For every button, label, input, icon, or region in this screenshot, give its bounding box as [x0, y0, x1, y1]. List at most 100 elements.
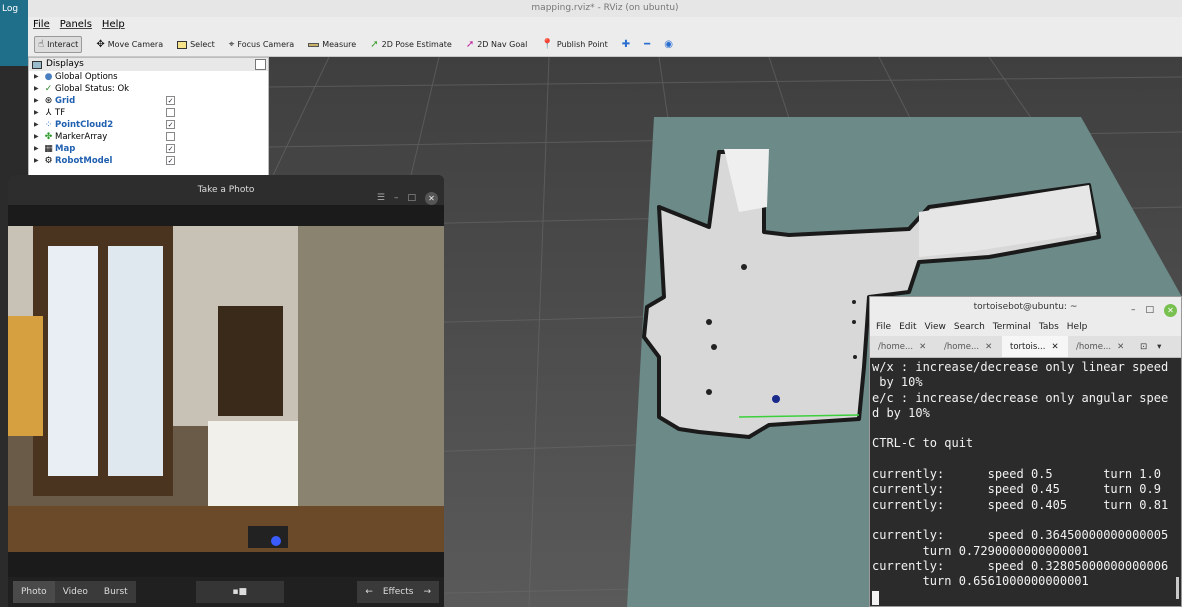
minimize-icon[interactable]: –: [394, 183, 399, 213]
terminal-tab-active[interactable]: tortois... ✕: [1002, 336, 1068, 357]
close-tab-icon[interactable]: ✕: [919, 336, 926, 357]
tab-label: /home...: [944, 342, 980, 352]
display-map-checkbox[interactable]: ✓: [166, 144, 175, 153]
terminal-line: currently: speed 0.36450000000000005: [872, 528, 1169, 543]
display-tf-checkbox[interactable]: [166, 108, 175, 117]
tool-2d-nav-goal[interactable]: ➚ 2D Nav Goal: [466, 39, 528, 50]
display-markerarray-checkbox[interactable]: [166, 132, 175, 141]
terminal-output[interactable]: w/x : increase/decrease only linear spee…: [870, 358, 1181, 606]
camera-titlebar: Take a Photo ☰ – □ ✕: [8, 175, 444, 205]
terminal-window: tortoisebot@ubuntu: ~ – □ ✕ File Edit Vi…: [869, 296, 1182, 607]
expand-arrow-icon[interactable]: ▶: [34, 155, 42, 167]
tool-publish-point[interactable]: 📍 Publish Point: [541, 39, 607, 50]
robot-icon: ⚙: [44, 156, 53, 166]
close-tab-icon[interactable]: ✕: [1051, 336, 1058, 357]
maximize-icon[interactable]: □: [407, 183, 416, 213]
new-tab-icon[interactable]: ⊡: [1140, 336, 1147, 357]
terminal-line: w/x : increase/decrease only linear spee…: [872, 360, 1169, 374]
term-menu-help[interactable]: Help: [1067, 318, 1088, 336]
tool-view[interactable]: ◉: [664, 39, 673, 50]
display-label: Global Status: Ok: [55, 84, 130, 94]
display-global-options[interactable]: ▶ ● Global Options: [29, 71, 268, 83]
close-tab-icon[interactable]: ✕: [1117, 336, 1124, 357]
term-menu-terminal[interactable]: Terminal: [993, 318, 1031, 336]
close-icon[interactable]: ✕: [1164, 304, 1177, 317]
display-map[interactable]: ▶ ▦ Map ✓: [29, 143, 268, 155]
arrow-pink-icon: ➚: [465, 39, 475, 50]
tool-publish-point-label: Publish Point: [556, 40, 608, 49]
mode-photo-button[interactable]: Photo: [13, 581, 55, 603]
term-menu-edit[interactable]: Edit: [899, 318, 916, 336]
camera-window: Take a Photo ☰ – □ ✕ Photo Video Burst ▪…: [8, 175, 444, 607]
term-menu-tabs[interactable]: Tabs: [1039, 318, 1059, 336]
terminal-line: e/c : increase/decrease only angular spe…: [872, 390, 1169, 405]
expand-arrow-icon[interactable]: ▶: [34, 95, 42, 107]
shutter-button[interactable]: ▪■: [195, 581, 284, 603]
tool-interact[interactable]: ☝ Interact: [34, 36, 83, 53]
terminal-prompt[interactable]: [872, 589, 1179, 605]
menu-help[interactable]: Help: [102, 17, 125, 33]
tabs-menu-icon[interactable]: ▾: [1157, 336, 1161, 357]
mode-video-button[interactable]: Video: [54, 581, 96, 603]
display-robotmodel-checkbox[interactable]: ✓: [166, 156, 175, 165]
displays-float-button[interactable]: [255, 59, 266, 70]
terminal-line: turn 0.6561000000000001: [872, 574, 1089, 589]
term-menu-file[interactable]: File: [876, 318, 891, 336]
mode-burst-button[interactable]: Burst: [95, 581, 136, 603]
desktop-top-label: Log: [2, 4, 19, 14]
display-pointcloud2-checkbox[interactable]: ✓: [166, 120, 175, 129]
maximize-icon[interactable]: □: [1145, 300, 1154, 321]
camera-feed-image: [8, 226, 444, 552]
term-menu-view[interactable]: View: [925, 318, 946, 336]
display-grid-checkbox[interactable]: ✓: [166, 96, 175, 105]
display-global-status[interactable]: ▶ ✓ Global Status: Ok: [29, 83, 268, 95]
terminal-tab[interactable]: /home... ✕: [870, 336, 936, 357]
move-icon: ✥: [96, 39, 105, 50]
tool-2d-pose-estimate[interactable]: ➚ 2D Pose Estimate: [370, 39, 452, 50]
terminal-scrollbar[interactable]: [1176, 577, 1179, 599]
expand-arrow-icon[interactable]: ▶: [34, 119, 42, 131]
effects-bar: ← Effects →: [357, 581, 439, 603]
tool-select[interactable]: Select: [177, 40, 215, 49]
displays-icon: [32, 60, 42, 69]
prev-effect-icon[interactable]: ←: [365, 581, 373, 603]
terminal-tab[interactable]: /home... ✕: [1068, 336, 1134, 357]
rviz-title: mapping.rviz* - RViz (on ubuntu): [28, 0, 1182, 17]
expand-arrow-icon[interactable]: ▶: [34, 83, 42, 95]
next-effect-icon[interactable]: →: [423, 581, 431, 603]
term-menu-search[interactable]: Search: [954, 318, 985, 336]
terminal-tab[interactable]: /home... ✕: [936, 336, 1002, 357]
display-robotmodel[interactable]: ▶ ⚙ RobotModel ✓: [29, 155, 268, 167]
tool-remove[interactable]: ━: [644, 39, 650, 50]
expand-arrow-icon[interactable]: ▶: [34, 131, 42, 143]
menu-icon[interactable]: ☰: [377, 183, 385, 213]
arrow-green-icon: ➚: [370, 39, 379, 50]
display-tf[interactable]: ▶ ⅄ TF: [29, 107, 268, 119]
displays-title: Displays: [46, 59, 84, 69]
tool-measure[interactable]: Measure: [308, 40, 356, 49]
effects-button[interactable]: Effects: [383, 581, 414, 603]
display-pointcloud2[interactable]: ▶ ⁘ PointCloud2 ✓: [29, 119, 268, 131]
expand-arrow-icon[interactable]: ▶: [34, 71, 42, 83]
menu-panels[interactable]: Panels: [60, 17, 92, 33]
tf-icon: ⅄: [45, 108, 52, 118]
tool-focus-camera[interactable]: ⌖ Focus Camera: [229, 39, 294, 50]
pin-icon: 📍: [541, 39, 554, 50]
expand-arrow-icon[interactable]: ▶: [34, 143, 42, 155]
tool-move-camera[interactable]: ✥ Move Camera: [96, 39, 163, 50]
tool-focus-camera-label: Focus Camera: [237, 40, 295, 49]
menu-file[interactable]: File: [33, 17, 50, 33]
close-icon[interactable]: ✕: [425, 191, 438, 205]
display-grid[interactable]: ▶ ⊛ Grid ✓: [29, 95, 268, 107]
expand-arrow-icon[interactable]: ▶: [34, 107, 42, 119]
tool-add[interactable]: ✚: [622, 39, 630, 50]
minimize-icon[interactable]: –: [1131, 300, 1136, 321]
display-label: PointCloud2: [55, 120, 114, 130]
display-label: TF: [55, 108, 66, 118]
camera-controls: Photo Video Burst ▪■ ← Effects →: [8, 577, 444, 607]
camera-icon: ▪■: [232, 587, 247, 597]
close-tab-icon[interactable]: ✕: [985, 336, 992, 357]
plus-icon: ✚: [621, 39, 631, 50]
display-markerarray[interactable]: ▶ ✤ MarkerArray: [29, 131, 268, 143]
display-label: Map: [55, 144, 76, 154]
